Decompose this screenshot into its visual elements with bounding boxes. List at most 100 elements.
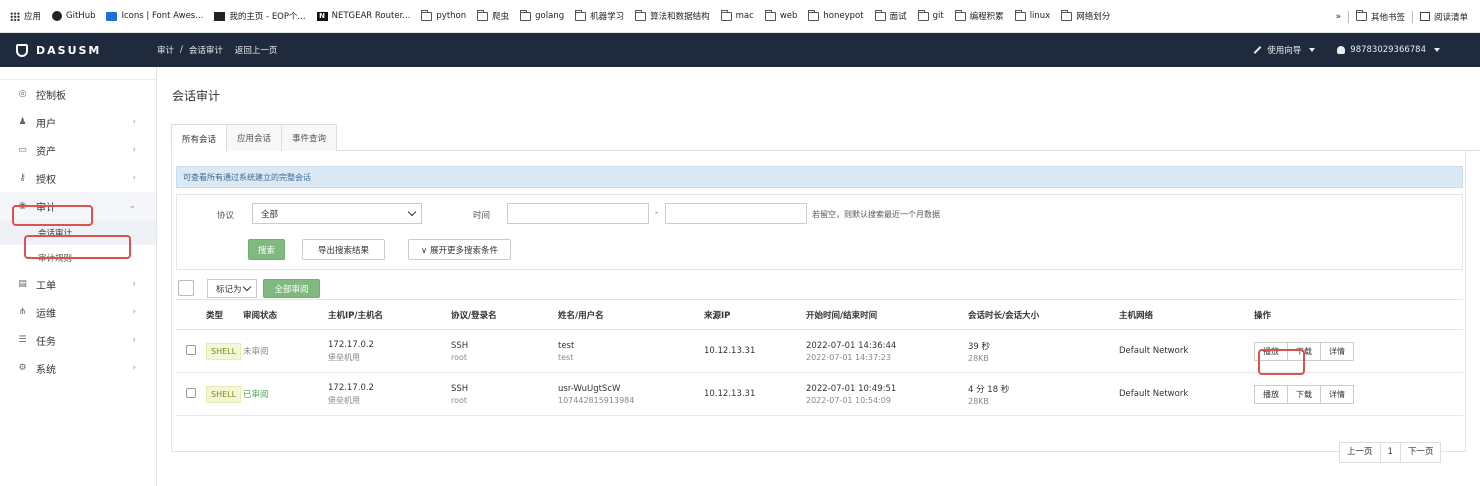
sidebar-item[interactable]: ◉ 审计 ⌄	[0, 192, 156, 220]
type-badge: SHELL	[206, 385, 242, 403]
play-button[interactable]: 播放	[1254, 384, 1288, 404]
play-button[interactable]: 播放	[1254, 341, 1288, 361]
folder-icon	[635, 9, 647, 21]
bookmark-label: git	[932, 11, 944, 21]
bookmark-11[interactable]: web	[764, 9, 797, 21]
netgear-icon: N	[316, 11, 328, 21]
main-content: 会话审计 所有会话 应用会话 事件查询 可查看所有通过系统建立的完整会话 协议 …	[157, 67, 1480, 486]
search-button[interactable]: 搜索	[248, 239, 285, 260]
sidebar-item-label: 运维	[36, 308, 56, 320]
sidebar-item[interactable]: ♟ 用户 ›	[0, 108, 156, 136]
more-bookmarks-button[interactable]: »	[1336, 12, 1341, 22]
chevron-right-icon: ›	[132, 279, 136, 289]
protocol-select[interactable]: 全部	[252, 203, 422, 224]
sidebar-item[interactable]: ⚷ 授权 ›	[0, 164, 156, 192]
bookmark-13[interactable]: 面试	[874, 9, 907, 22]
back-link[interactable]: 返回上一页	[235, 44, 278, 56]
sidebar-subitem-session-audit[interactable]: 会话审计	[0, 220, 156, 245]
details-button[interactable]: 详情	[1320, 384, 1354, 404]
folder-icon	[764, 9, 776, 21]
tab-app-sessions[interactable]: 应用会话	[226, 124, 283, 151]
gear-icon: ⚙	[18, 363, 27, 373]
sidebar-item[interactable]: ▭ 资产 ›	[0, 136, 156, 164]
header-network: 主机网络	[1119, 299, 1254, 330]
type-cell: SHELL	[206, 372, 243, 416]
end-time-input[interactable]	[665, 203, 807, 224]
session-size: 28KB	[968, 396, 989, 406]
folder-icon	[477, 9, 489, 21]
breadcrumb-audit[interactable]: 审计	[157, 44, 174, 56]
host-name: 堡垒机用	[328, 352, 360, 362]
sidebar-item-label: 控制板	[36, 90, 66, 102]
review-all-button[interactable]: 全部审阅	[263, 279, 320, 298]
tab-event-query[interactable]: 事件查询	[281, 124, 338, 151]
expand-filters-button[interactable]: ∨ 展开更多搜索条件	[408, 239, 511, 260]
logo[interactable]: DASUSM	[0, 43, 157, 57]
bookmark-10[interactable]: mac	[720, 9, 754, 21]
sidebar-item[interactable]: ▤ 工单 ›	[0, 270, 156, 298]
bookmark-3[interactable]: 我的主页 - EOP个...	[214, 10, 306, 22]
bookmark-14[interactable]: git	[917, 9, 944, 21]
sidebar-item[interactable]: ☰ 任务 ›	[0, 326, 156, 354]
divider	[1411, 10, 1413, 23]
breadcrumb-separator: /	[180, 45, 183, 55]
user-name: 98783029366784	[1350, 45, 1426, 55]
prev-page-button[interactable]: 上一页	[1339, 442, 1381, 463]
protocol-cell: SSH root	[451, 329, 558, 373]
tab-all-sessions[interactable]: 所有会话	[171, 124, 228, 152]
bookmark-0[interactable]: 应用	[10, 10, 41, 22]
caret-down-icon	[1434, 48, 1440, 52]
table-row: SHELL 未审阅 172.17.0.2 堡垒机用 SSH root test test 10.…	[176, 329, 1463, 373]
page-number[interactable]: 1	[1379, 442, 1401, 463]
logo-text: DASUSM	[36, 43, 102, 57]
sidebar-item[interactable]: ⚙ 系统 ›	[0, 354, 156, 382]
sidebar-item[interactable]: ◎ 控制板	[0, 80, 156, 108]
other-bookmarks-folder[interactable]: 其他书签	[1355, 10, 1405, 23]
bookmark-2[interactable]: Icons | Font Awes...	[106, 11, 203, 21]
row-checkbox[interactable]	[186, 344, 196, 355]
row-checkbox[interactable]	[186, 387, 196, 398]
chevron-right-icon: ›	[132, 363, 136, 373]
bookmark-9[interactable]: 算法和数据结构	[635, 9, 710, 22]
bookmarks-right: » 其他书签 阅读清单	[1336, 0, 1468, 33]
export-button[interactable]: 导出搜索结果	[302, 239, 385, 260]
bookmark-17[interactable]: 网络划分	[1061, 9, 1110, 22]
download-button[interactable]: 下载	[1287, 341, 1321, 361]
bookmark-label: golang	[535, 11, 565, 21]
details-button[interactable]: 详情	[1320, 341, 1354, 361]
header-duration: 会话时长/会话大小	[968, 299, 1119, 330]
sidebar-item-label: 任务	[36, 336, 56, 348]
bookmark-label: mac	[735, 11, 754, 21]
header-review-status: 审阅状态	[243, 299, 328, 330]
username: 107442815913984	[558, 395, 635, 405]
download-button[interactable]: 下载	[1287, 384, 1321, 404]
bookmark-6[interactable]: 爬虫	[477, 9, 509, 22]
sidebar-subitem-audit-rules[interactable]: 审计规则	[0, 245, 156, 270]
status-cell: 已审阅	[243, 372, 328, 416]
chevron-right-icon: ›	[132, 145, 136, 155]
bookmark-8[interactable]: 机器学习	[575, 9, 624, 22]
reading-list-button[interactable]: 阅读清单	[1419, 11, 1468, 23]
select-all-checkbox[interactable]	[178, 280, 194, 296]
bookmark-15[interactable]: 编程积累	[954, 9, 1004, 22]
start-time-input[interactable]	[507, 203, 649, 224]
bookmark-4[interactable]: N NETGEAR Router...	[316, 11, 410, 21]
next-page-button[interactable]: 下一页	[1399, 442, 1442, 463]
login-name: root	[451, 395, 468, 405]
table-header-row: 类型 审阅状态 主机IP/主机名 协议/登录名 姓名/用户名 来源IP 开始时间…	[176, 299, 1463, 330]
user-dropdown[interactable]: 98783029366784	[1337, 45, 1440, 55]
protocol-cell: SSH root	[451, 372, 558, 416]
type-cell: SHELL	[206, 329, 243, 373]
bookmark-12[interactable]: honeypot	[808, 9, 864, 21]
header-source-ip: 来源IP	[704, 299, 806, 330]
folder-icon	[720, 9, 732, 21]
guide-dropdown[interactable]: 使用向导	[1253, 44, 1316, 56]
bookmark-7[interactable]: golang	[520, 9, 565, 21]
bookmark-5[interactable]: python	[421, 9, 466, 21]
bookmark-1[interactable]: GitHub	[52, 11, 95, 21]
sidebar-item[interactable]: ⋔ 运维 ›	[0, 298, 156, 326]
mark-as-dropdown[interactable]: 标记为	[207, 279, 257, 298]
end-time: 2022-07-01 14:37:23	[806, 352, 891, 362]
bookmark-16[interactable]: linux	[1014, 9, 1050, 21]
header-time: 开始时间/结束时间	[806, 299, 968, 330]
